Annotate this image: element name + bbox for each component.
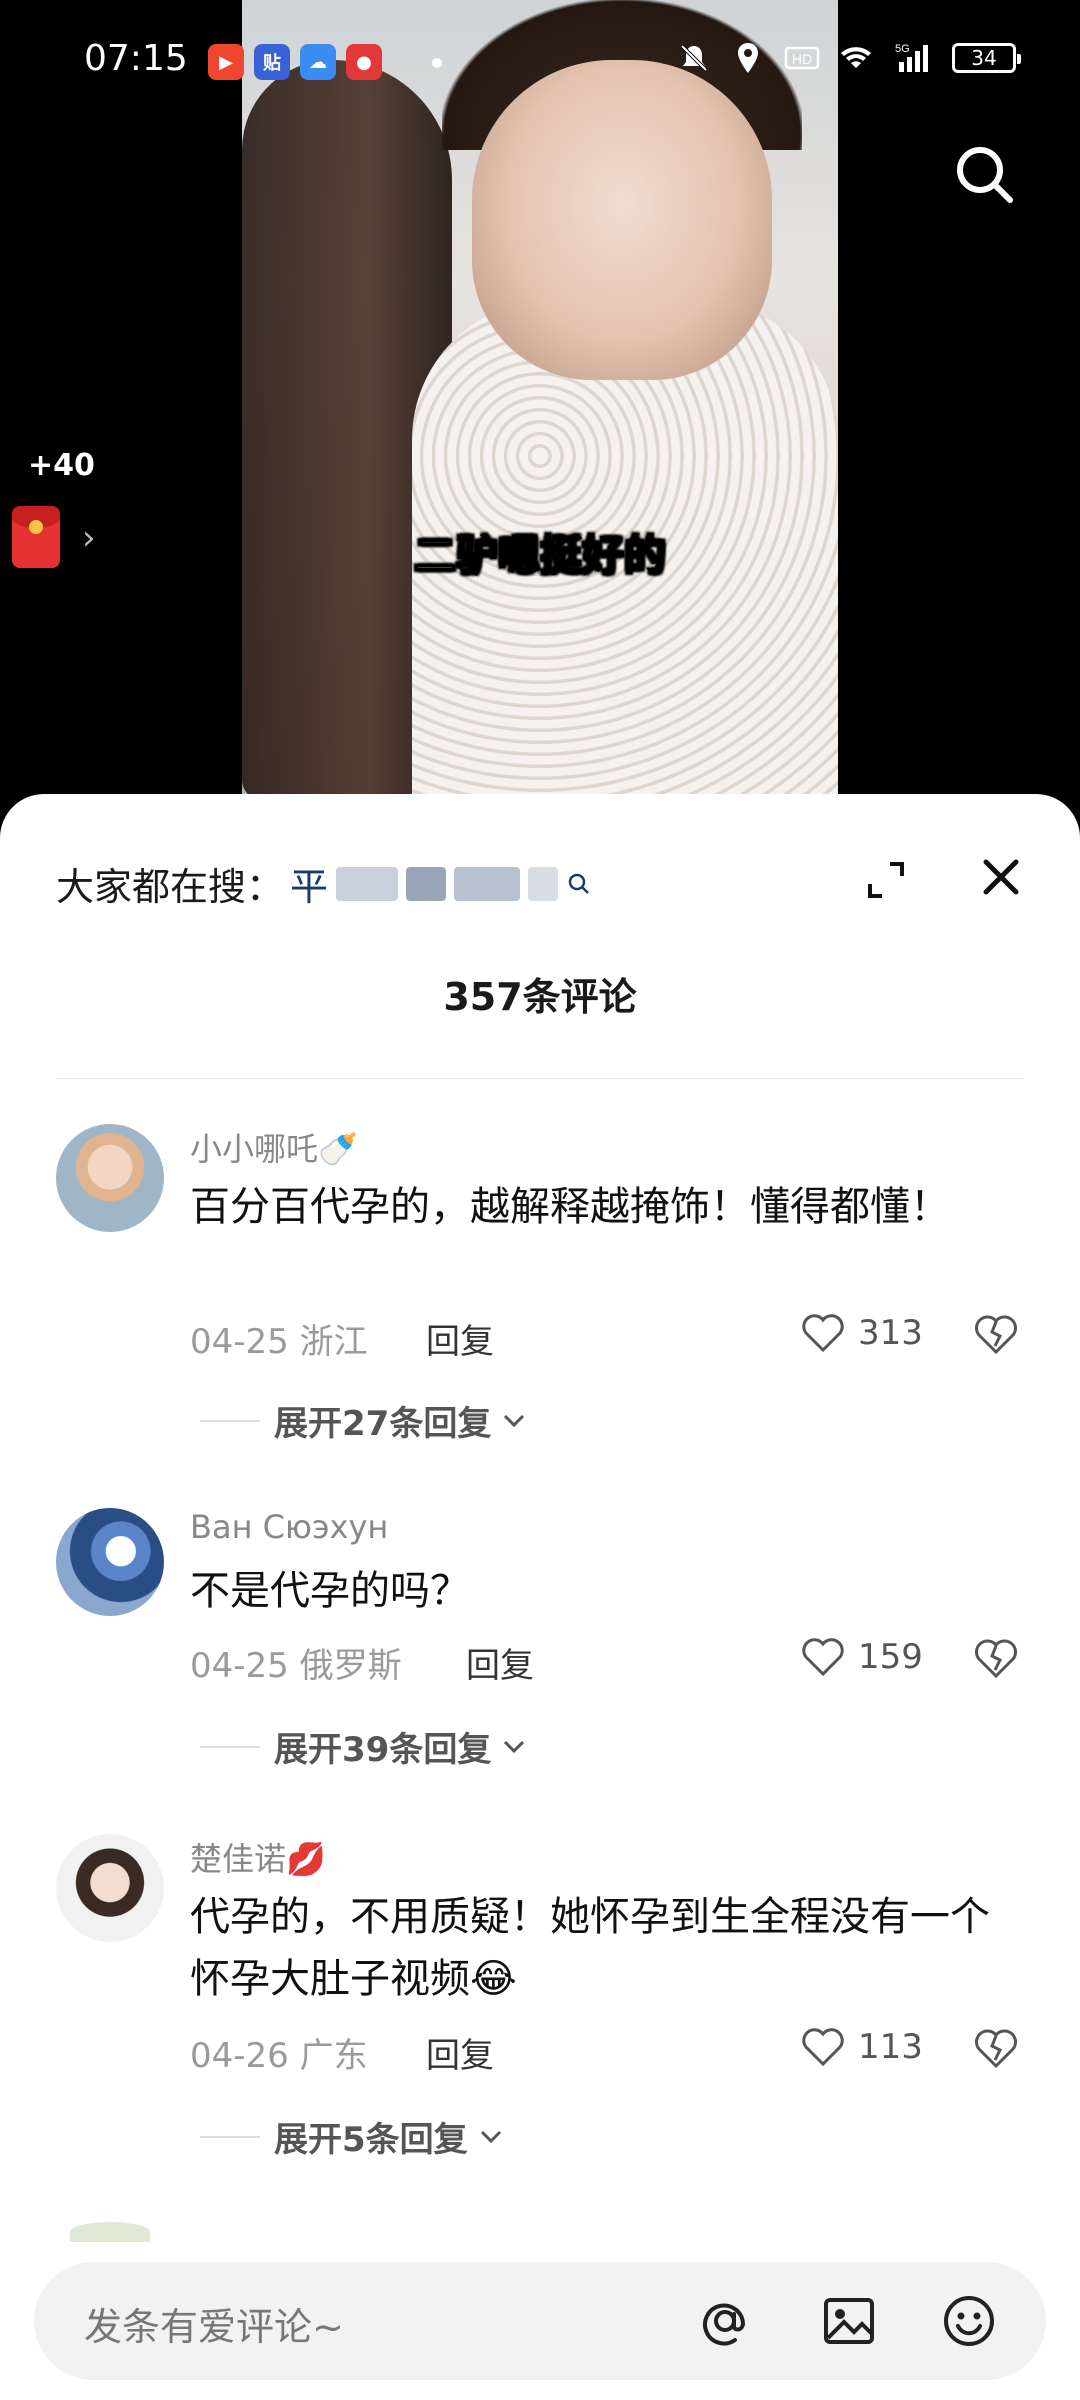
location-icon xyxy=(738,43,758,73)
reply-button[interactable]: 回复 xyxy=(426,1314,494,1363)
chevron-down-icon xyxy=(480,2130,501,2143)
status-system-icons: HD 5G 34 xyxy=(676,40,1021,76)
comment-input-bar[interactable]: 发条有爱评论~ xyxy=(34,2262,1046,2380)
signal-5g-icon: 5G xyxy=(895,43,928,72)
like-count: 313 xyxy=(858,1313,923,1353)
red-packet-icon[interactable] xyxy=(12,506,60,568)
tieba-app-icon: 贴 xyxy=(254,44,290,80)
like-count: 159 xyxy=(858,1637,923,1677)
blurred-text xyxy=(406,866,447,901)
chevron-down-icon xyxy=(504,1414,525,1427)
expand-line xyxy=(200,1419,260,1422)
expand-icon[interactable] xyxy=(862,856,910,904)
like-button[interactable]: 313 xyxy=(800,1310,923,1356)
like-count: 113 xyxy=(858,2027,923,2067)
comment-item: Ван Сюэхун 不是代孕的吗？ 04-25 俄罗斯 回复 159 展开39… xyxy=(0,1508,1080,1771)
comment-text: 代孕的，不用质疑！她怀孕到生全程没有一个怀孕大肚子视频😂 xyxy=(190,1894,990,2002)
comment-text: 不是代孕的吗？ xyxy=(190,1568,470,1614)
avatar[interactable] xyxy=(56,1124,164,1232)
comment-sheet: 大家都在搜： 平 357条评论 小小哪吒🍼 百分百代孕的，越解释越掩饰！懂得都懂… xyxy=(0,794,1080,2400)
chevron-right-icon[interactable]: › xyxy=(82,518,96,558)
comment-meta: 04-25 浙江 xyxy=(190,1314,368,1363)
mute-icon xyxy=(680,44,708,72)
expand-replies[interactable]: 展开27条回复 xyxy=(200,1396,529,1445)
blurred-text xyxy=(454,866,521,901)
video-app-icon: ▶ xyxy=(208,44,244,80)
hd-icon: HD xyxy=(784,46,820,70)
expand-replies-label: 展开39条回复 xyxy=(274,1730,492,1770)
divider xyxy=(56,1078,1024,1079)
avatar[interactable] xyxy=(56,1508,164,1616)
next-comment-avatar xyxy=(70,2222,150,2242)
emoji-icon[interactable] xyxy=(938,2290,1000,2352)
weather-app-icon: ☁ xyxy=(300,44,336,80)
expand-line xyxy=(200,2135,260,2138)
status-bar: 07:15 ▶ 贴 ☁ ● HD 5G 34 xyxy=(0,0,1080,120)
video-frame: 二驴嗯挺好的 xyxy=(242,0,838,800)
hot-search-label: 大家都在搜： xyxy=(56,865,285,909)
heart-icon xyxy=(802,1314,844,1353)
comment-region: 广东 xyxy=(299,2036,368,2076)
comment-username[interactable]: Ван Сюэхун xyxy=(190,1508,388,1546)
broken-heart-icon[interactable] xyxy=(972,1634,1020,1682)
search-icon[interactable] xyxy=(950,140,1020,210)
status-notification-icons: ▶ 贴 ☁ ● xyxy=(208,44,382,80)
comment-username[interactable]: 楚佳诺💋 xyxy=(190,1834,326,1880)
expand-line xyxy=(200,1745,260,1748)
comment-username[interactable]: 小小哪吒🍼 xyxy=(190,1124,358,1170)
comment-date: 04-25 xyxy=(190,1646,289,1686)
broken-heart-icon[interactable] xyxy=(972,1310,1020,1358)
avatar[interactable] xyxy=(56,1834,164,1942)
reward-points: +40 xyxy=(28,448,95,483)
comment-item: 楚佳诺💋 代孕的，不用质疑！她怀孕到生全程没有一个怀孕大肚子视频😂 04-26 … xyxy=(0,1834,1080,2160)
wifi-icon xyxy=(841,47,871,68)
live-app-icon: ● xyxy=(346,44,382,80)
battery-indicator: 34 xyxy=(952,43,1021,73)
at-icon[interactable] xyxy=(694,2290,756,2352)
reply-button[interactable]: 回复 xyxy=(426,2028,494,2077)
comment-meta: 04-26 广东 xyxy=(190,2028,368,2077)
hot-search-term[interactable]: 平 xyxy=(290,856,328,911)
comment-text: 百分百代孕的，越解释越掩饰！懂得都懂！ xyxy=(190,1184,950,1230)
video-subtitle: 二驴嗯挺好的 xyxy=(413,530,667,581)
video-player[interactable]: 二驴嗯挺好的 xyxy=(0,0,1080,800)
like-button[interactable]: 159 xyxy=(800,1634,923,1680)
close-icon[interactable] xyxy=(976,852,1026,902)
heart-icon xyxy=(802,1638,844,1677)
more-notifications-dot xyxy=(432,58,442,68)
heart-icon xyxy=(802,2028,844,2067)
reply-button[interactable]: 回复 xyxy=(466,1638,534,1687)
blurred-text xyxy=(336,866,399,901)
chevron-down-icon xyxy=(504,1740,525,1753)
like-button[interactable]: 113 xyxy=(800,2024,923,2070)
svg-text:5G: 5G xyxy=(895,43,910,55)
svg-text:HD: HD xyxy=(792,51,812,67)
comment-region: 浙江 xyxy=(299,1322,368,1362)
comment-region: 俄罗斯 xyxy=(299,1646,402,1686)
expand-replies-label: 展开5条回复 xyxy=(274,2120,468,2160)
expand-replies[interactable]: 展开39条回复 xyxy=(200,1722,529,1771)
expand-replies-label: 展开27条回复 xyxy=(274,1404,492,1444)
hot-search-bar[interactable]: 大家都在搜： 平 xyxy=(56,856,592,911)
search-icon xyxy=(568,873,589,894)
comment-item: 小小哪吒🍼 百分百代孕的，越解释越掩饰！懂得都懂！ 04-25 浙江 回复 31… xyxy=(0,1124,1080,1444)
comment-count: 357条评论 xyxy=(443,975,637,1019)
image-icon[interactable] xyxy=(818,2290,880,2352)
comment-date: 04-26 xyxy=(190,2036,289,2076)
comment-meta: 04-25 俄罗斯 xyxy=(190,1638,402,1687)
expand-replies[interactable]: 展开5条回复 xyxy=(200,2112,506,2161)
comment-input[interactable]: 发条有爱评论~ xyxy=(84,2296,344,2351)
broken-heart-icon[interactable] xyxy=(972,2024,1020,2072)
status-time: 07:15 xyxy=(84,38,188,79)
blurred-text xyxy=(528,866,559,901)
comment-date: 04-25 xyxy=(190,1322,289,1362)
